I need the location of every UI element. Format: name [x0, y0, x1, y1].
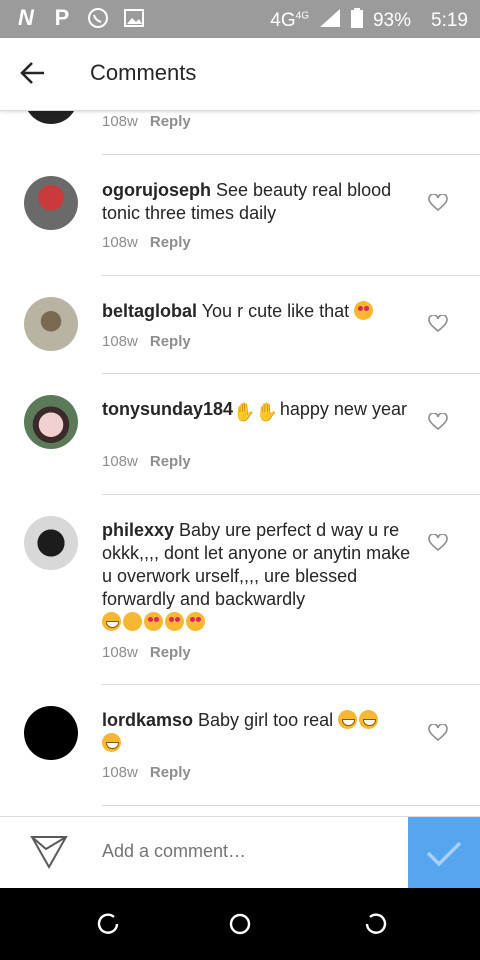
comment-time: 108w — [102, 764, 138, 781]
checkmark-icon — [426, 841, 462, 867]
avatar[interactable] — [24, 176, 78, 230]
comment-list[interactable]: 108w Reply ogorujoseph See beauty real bl… — [0, 110, 480, 816]
comment-input-bar — [0, 816, 480, 889]
reply-button[interactable]: Reply — [150, 333, 191, 350]
heart-eyes-emoji-icon — [186, 612, 205, 631]
comment-item: ogorujoseph See beauty real blood tonic … — [0, 176, 480, 276]
reply-button[interactable]: Reply — [150, 234, 191, 251]
back-icon[interactable] — [364, 912, 390, 938]
avatar[interactable] — [24, 706, 78, 760]
battery-icon — [350, 8, 363, 34]
reply-button[interactable]: Reply — [150, 644, 191, 661]
comment-item: lordkamso Baby girl too real 108w Reply — [0, 706, 480, 806]
comment-item: 108w Reply — [0, 110, 480, 154]
n-icon: N — [18, 5, 34, 30]
comment-text: beltaglobal You r cute like that — [102, 300, 412, 323]
laughing-emoji-icon — [338, 710, 358, 729]
reply-button[interactable]: Reply — [150, 113, 191, 130]
avatar[interactable] — [24, 297, 78, 351]
comment-username[interactable]: philexxy — [102, 520, 174, 540]
kissing-emoji-icon — [123, 612, 142, 631]
comment-item: tonysunday184 ✋✋ happy new year 108w Reply — [0, 395, 480, 495]
comment-username[interactable]: ogorujoseph — [102, 180, 211, 200]
avatar[interactable] — [24, 395, 78, 449]
laughing-emoji-icon — [359, 710, 379, 729]
comment-username[interactable]: lordkamso — [102, 710, 193, 730]
comment-body: happy new year — [279, 399, 407, 419]
comment-username[interactable]: tonysunday184 — [102, 399, 233, 419]
heart-eyes-emoji-icon — [144, 612, 163, 631]
app-bar: Comments — [0, 38, 480, 111]
comment-username[interactable]: beltaglobal — [102, 301, 197, 321]
comment-text: lordkamso Baby girl too real — [102, 709, 412, 755]
page-title: Comments — [90, 60, 197, 85]
laughing-emoji-icon — [102, 612, 121, 631]
reply-button[interactable]: Reply — [150, 453, 191, 470]
avatar[interactable] — [24, 110, 78, 124]
comment-text: ogorujoseph See beauty real blood tonic … — [102, 179, 412, 225]
signal-icon — [319, 8, 341, 34]
comment-time: 108w — [102, 333, 138, 350]
navigation-bar — [0, 888, 480, 960]
home-icon[interactable] — [228, 912, 254, 938]
post-comment-button[interactable] — [408, 817, 480, 889]
divider — [102, 494, 480, 495]
send-direct-icon[interactable] — [30, 835, 70, 871]
comment-time: 108w — [102, 453, 138, 470]
divider — [102, 275, 480, 276]
clock: 5:19 — [431, 10, 468, 31]
reply-button[interactable]: Reply — [150, 764, 191, 781]
gallery-icon — [122, 6, 146, 30]
divider — [102, 373, 480, 374]
comment-body: Baby girl too real — [193, 710, 339, 730]
heart-eyes-emoji-icon — [354, 301, 374, 320]
comment-meta: 108w Reply — [102, 234, 191, 251]
heart-icon[interactable] — [428, 193, 448, 212]
heart-icon[interactable] — [428, 533, 448, 552]
comment-body: You r cute like that — [197, 301, 355, 321]
comment-time: 108w — [102, 234, 138, 251]
back-arrow-icon[interactable] — [18, 58, 54, 90]
comment-meta: 108w Reply — [102, 113, 191, 130]
p-icon: P — [54, 5, 70, 30]
clapping-hands-emoji-icon: ✋✋ — [233, 402, 278, 422]
whatsapp-icon — [86, 6, 110, 30]
status-bar: N P 4G4G 93% 5:19 — [0, 0, 480, 38]
comment-time: 108w — [102, 113, 138, 130]
heart-icon[interactable] — [428, 314, 448, 333]
heart-icon[interactable] — [428, 723, 448, 742]
recent-apps-icon[interactable] — [96, 912, 122, 938]
divider — [102, 154, 480, 155]
comment-meta: 108w Reply — [102, 333, 191, 350]
comment-time: 108w — [102, 644, 138, 661]
comment-item: beltaglobal You r cute like that 108w Rep… — [0, 297, 480, 373]
battery-level: 93% — [372, 10, 412, 31]
divider — [102, 684, 480, 685]
heart-eyes-emoji-icon — [165, 612, 184, 631]
heart-icon[interactable] — [428, 412, 448, 431]
comment-input[interactable] — [102, 841, 392, 862]
comment-meta: 108w Reply — [102, 764, 191, 781]
comment-item: philexxy Baby ure perfect d way u re okk… — [0, 516, 480, 684]
comment-text: philexxy Baby ure perfect d way u re okk… — [102, 519, 412, 634]
comment-meta: 108w Reply — [102, 644, 191, 661]
comment-text: tonysunday184 ✋✋ happy new year — [102, 398, 412, 422]
laughing-emoji-icon — [102, 733, 121, 752]
divider — [102, 805, 480, 806]
network-type: 4G4G — [270, 10, 309, 31]
comment-meta: 108w Reply — [102, 453, 191, 470]
avatar[interactable] — [24, 516, 78, 570]
